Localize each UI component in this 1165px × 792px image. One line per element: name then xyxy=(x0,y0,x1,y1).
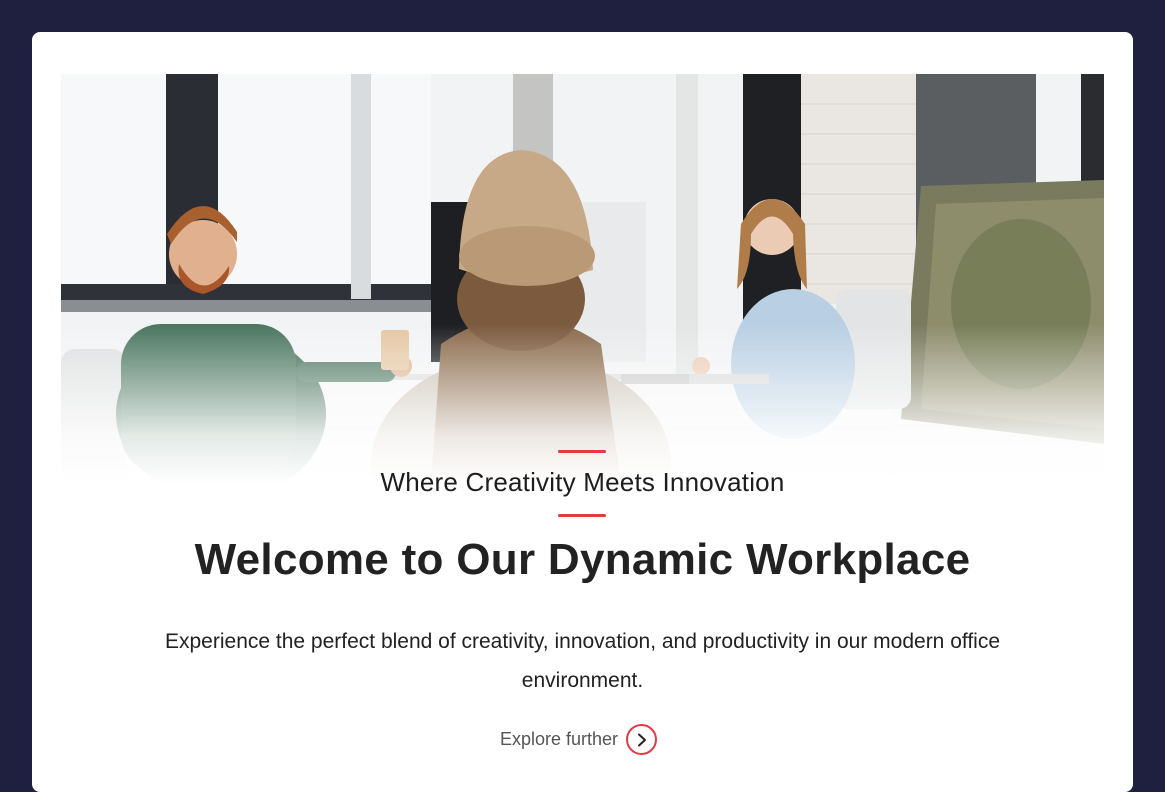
hero-fade-overlay xyxy=(61,324,1104,484)
chevron-right-icon[interactable] xyxy=(626,724,658,755)
explore-further-link[interactable]: Explore further xyxy=(500,724,658,755)
hero-image xyxy=(61,74,1104,484)
intro-description: Experience the perfect blend of creativi… xyxy=(164,630,1001,692)
accent-line-bottom xyxy=(558,514,606,517)
hero-card: Where Creativity Meets Innovation Welcom… xyxy=(32,32,1133,792)
accent-line-top xyxy=(558,450,606,453)
tagline: Where Creativity Meets Innovation xyxy=(380,467,785,497)
page-title: Welcome to Our Dynamic Workplace xyxy=(194,535,971,584)
explore-further-label: Explore further xyxy=(500,729,619,749)
